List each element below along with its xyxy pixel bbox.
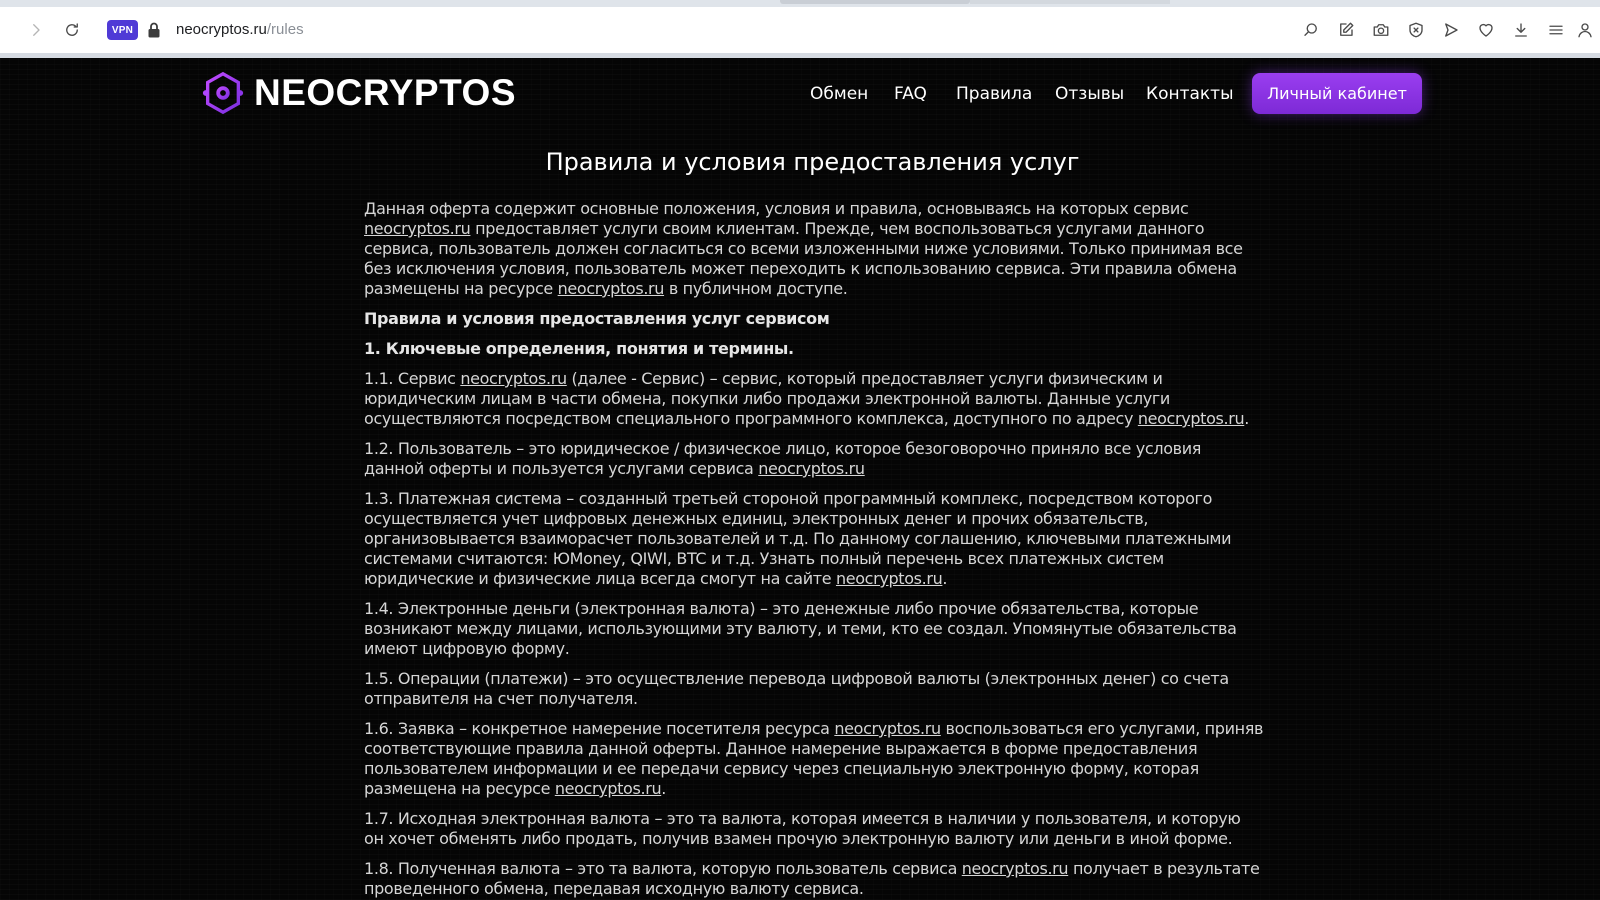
profile-icon[interactable] xyxy=(1572,15,1598,45)
clause-text: . xyxy=(942,569,948,588)
clause-1-1: 1.1. Сервис neocryptos.ru (далее - Серви… xyxy=(364,369,1264,429)
site-link[interactable]: neocryptos.ru xyxy=(962,859,1069,878)
send-icon[interactable] xyxy=(1436,15,1466,45)
address-bar[interactable]: neocryptos.ru/rules xyxy=(176,21,304,38)
site-link[interactable]: neocryptos.ru xyxy=(558,279,665,298)
clause-1-4: 1.4. Электронные деньги (электронная вал… xyxy=(364,599,1237,658)
nav-contacts[interactable]: Контакты xyxy=(1146,84,1234,104)
intro-text-3: в публичном доступе. xyxy=(664,279,848,298)
nav-rules[interactable]: Правила xyxy=(956,84,1032,104)
tab-hint[interactable] xyxy=(970,0,1170,4)
personal-cabinet-button[interactable]: Личный кабинет xyxy=(1252,73,1422,114)
nav-exchange[interactable]: Обмен xyxy=(810,84,868,104)
clause-1-7: 1.7. Исходная электронная валюта – это т… xyxy=(364,809,1241,848)
site-link[interactable]: neocryptos.ru xyxy=(460,369,567,388)
clause-1-2: 1.2. Пользователь – это юридическое / фи… xyxy=(364,439,1264,479)
reload-icon[interactable] xyxy=(57,15,87,45)
site-link[interactable]: neocryptos.ru xyxy=(364,219,471,238)
lock-icon[interactable] xyxy=(146,21,162,39)
clause-text: 1.1. Сервис xyxy=(364,369,461,388)
clause-text: 1.3. Платежная система – созданный треть… xyxy=(364,489,1232,588)
logo-text: NEOCRYPTOS xyxy=(254,72,516,113)
intro-text-1: Данная оферта содержит основные положени… xyxy=(364,199,1189,218)
nav-faq[interactable]: FAQ xyxy=(894,84,927,104)
site-link[interactable]: neocryptos.ru xyxy=(836,569,943,588)
browser-tab-strip xyxy=(0,0,1600,7)
edit-icon[interactable] xyxy=(1331,15,1361,45)
clause-text: 1.6. Заявка – конкретное намерение посет… xyxy=(364,719,835,738)
clause-1-5: 1.5. Операции (платежи) – это осуществле… xyxy=(364,669,1229,708)
website: NEOCRYPTOS Обмен FAQ Правила Отзывы Конт… xyxy=(0,58,1600,900)
clause-1-3: 1.3. Платежная система – созданный треть… xyxy=(364,489,1264,589)
clause-text: . xyxy=(661,779,666,798)
section-1-heading: 1. Ключевые определения, понятия и терми… xyxy=(364,339,794,358)
clause-1-8: 1.8. Полученная валюта – это та валюта, … xyxy=(364,859,1264,899)
active-tab-hint[interactable] xyxy=(780,0,970,4)
section-heading: Правила и условия предоставления услуг с… xyxy=(364,309,830,328)
clause-text: . xyxy=(1244,409,1250,428)
site-link[interactable]: neocryptos.ru xyxy=(758,459,865,478)
forward-icon[interactable] xyxy=(21,15,51,45)
url-host: neocryptos.ru xyxy=(176,21,267,38)
rules-content: Данная оферта содержит основные положени… xyxy=(364,199,1264,900)
menu-icon[interactable] xyxy=(1541,15,1571,45)
site-link[interactable]: neocryptos.ru xyxy=(1138,409,1245,428)
shield-icon[interactable] xyxy=(1401,15,1431,45)
clause-1-6: 1.6. Заявка – конкретное намерение посет… xyxy=(364,719,1264,799)
logo[interactable]: NEOCRYPTOS xyxy=(200,70,516,116)
nav-reviews[interactable]: Отзывы xyxy=(1055,84,1124,104)
site-link[interactable]: neocryptos.ru xyxy=(555,779,662,798)
vpn-badge[interactable]: VPN xyxy=(107,20,138,40)
camera-icon[interactable] xyxy=(1366,15,1396,45)
site-link[interactable]: neocryptos.ru xyxy=(834,719,941,738)
download-icon[interactable] xyxy=(1506,15,1536,45)
page-title: Правила и условия предоставления услуг xyxy=(545,148,1080,176)
heart-icon[interactable] xyxy=(1471,15,1501,45)
intro-paragraph: Данная оферта содержит основные положени… xyxy=(364,199,1264,299)
search-page-icon[interactable] xyxy=(1296,15,1326,45)
clause-text: 1.8. Полученная валюта – это та валюта, … xyxy=(364,859,962,878)
logo-icon xyxy=(202,71,244,115)
url-path: /rules xyxy=(266,21,304,38)
browser-toolbar: VPN neocryptos.ru/rules xyxy=(0,7,1600,58)
